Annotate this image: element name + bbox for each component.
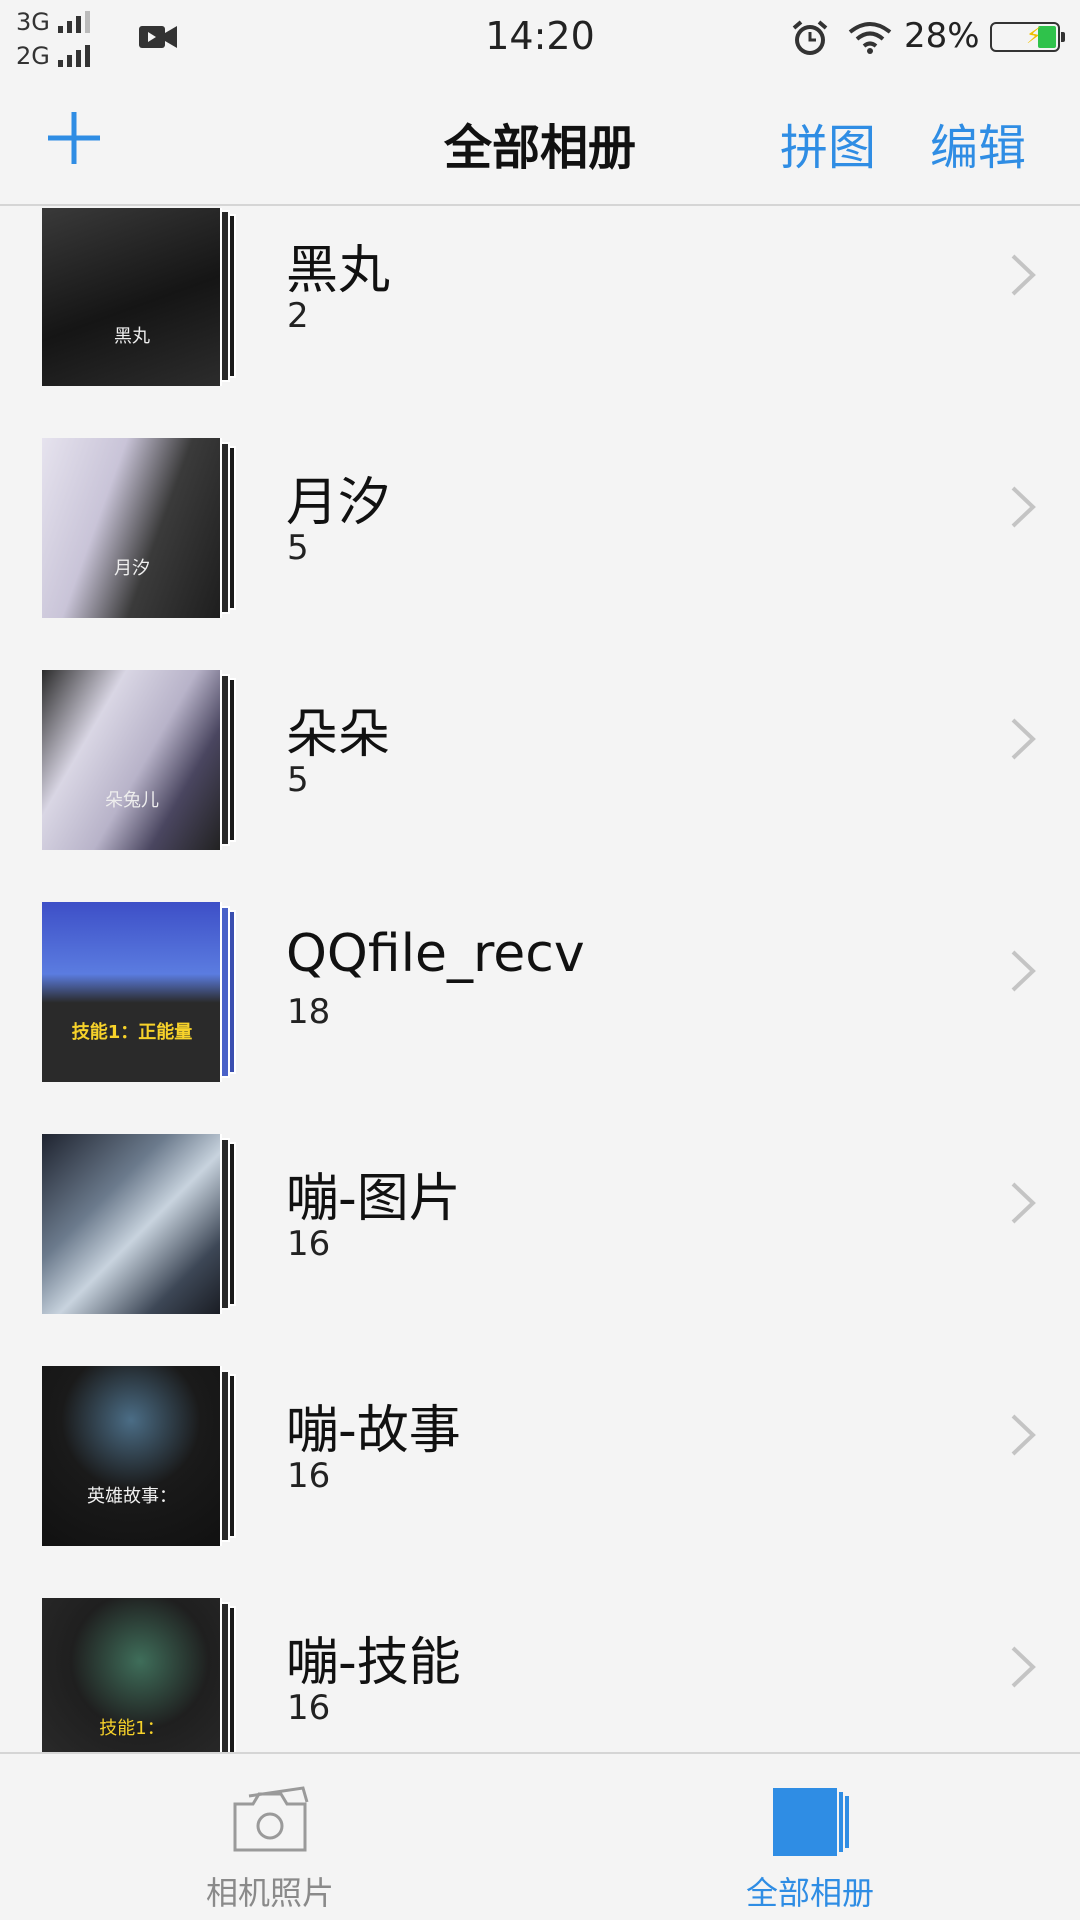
album-row[interactable]: 技能1：正能量 QQfile_recv 18: [0, 856, 1080, 1088]
navigation-bar: 全部相册 拼图 编辑: [0, 80, 1080, 206]
tab-albums-label: 全部相册: [745, 1874, 874, 1912]
album-name: 嘣-故事: [286, 1401, 461, 1461]
album-count: 18: [287, 992, 331, 1032]
album-row[interactable]: 月汐 月汐 5: [0, 392, 1080, 624]
album-thumbnail: 朵兔儿: [42, 670, 242, 850]
thumbnail-caption: 黑丸: [114, 326, 150, 347]
album-list: 黑丸 黑丸 2 月汐 月汐 5 朵兔儿 朵朵 5 技能1：正能量 QQfile_…: [0, 208, 1080, 1752]
album-thumbnail: 黑丸: [42, 208, 242, 386]
page-title: 全部相册: [443, 120, 636, 176]
thumbnail-caption: 朵兔儿: [105, 790, 159, 811]
album-row[interactable]: 黑丸 黑丸 2: [0, 208, 1080, 392]
chevron-right-icon: [1011, 486, 1036, 528]
album-count: 16: [287, 1456, 331, 1496]
album-name: 月汐: [286, 473, 391, 533]
tab-camera-photos[interactable]: 相机照片: [0, 1754, 540, 1920]
thumbnail-caption: 技能1：正能量: [71, 1022, 193, 1043]
thumbnail-caption: 技能1：: [99, 1718, 165, 1739]
album-count: 2: [287, 296, 309, 336]
wifi-icon: [848, 22, 892, 54]
thumbnail-caption: 月汐: [114, 558, 150, 579]
chevron-right-icon: [1011, 718, 1036, 760]
album-row[interactable]: 技能1： 嘣-技能 16: [0, 1552, 1080, 1752]
battery-percent: 28%: [904, 16, 980, 56]
album-row[interactable]: 朵兔儿 朵朵 5: [0, 624, 1080, 856]
album-name: 黑丸: [286, 241, 391, 301]
tab-all-albums[interactable]: 全部相册: [540, 1754, 1080, 1920]
battery-icon: ⚡: [990, 22, 1065, 52]
status-bar: 3G 2G 14:20 28% ⚡: [0, 0, 1080, 80]
camera-icon: [233, 1786, 309, 1852]
chevron-right-icon: [1011, 950, 1036, 992]
album-row[interactable]: 英雄故事： 嘣-故事 16: [0, 1320, 1080, 1552]
album-thumbnail: 技能1：正能量: [42, 902, 242, 1082]
albums-icon: [773, 1788, 849, 1856]
tab-bar: 相机照片 全部相册: [0, 1752, 1080, 1920]
album-thumbnail: 月汐: [42, 438, 242, 618]
chevron-right-icon: [1011, 1646, 1036, 1688]
album-name: 嘣-技能: [286, 1633, 461, 1693]
album-row[interactable]: 嘣-图片 16: [0, 1088, 1080, 1320]
chevron-right-icon: [1011, 254, 1036, 296]
tab-camera-label: 相机照片: [205, 1874, 334, 1912]
thumbnail-caption: 英雄故事：: [87, 1486, 177, 1507]
album-name: QQfile_recv: [286, 924, 585, 984]
album-name: 朵朵: [286, 705, 391, 765]
collage-button[interactable]: 拼图: [780, 108, 876, 178]
album-thumbnail: 英雄故事：: [42, 1366, 242, 1546]
album-count: 16: [287, 1688, 331, 1728]
chevron-right-icon: [1011, 1182, 1036, 1224]
album-count: 5: [287, 760, 309, 800]
chevron-right-icon: [1011, 1414, 1036, 1456]
album-count: 5: [287, 528, 309, 568]
album-thumbnail: [42, 1134, 242, 1314]
album-thumbnail: 技能1：: [42, 1598, 242, 1752]
album-name: 嘣-图片: [286, 1169, 461, 1229]
alarm-icon: [792, 20, 828, 55]
edit-button[interactable]: 编辑: [930, 108, 1026, 178]
album-count: 16: [287, 1224, 331, 1264]
